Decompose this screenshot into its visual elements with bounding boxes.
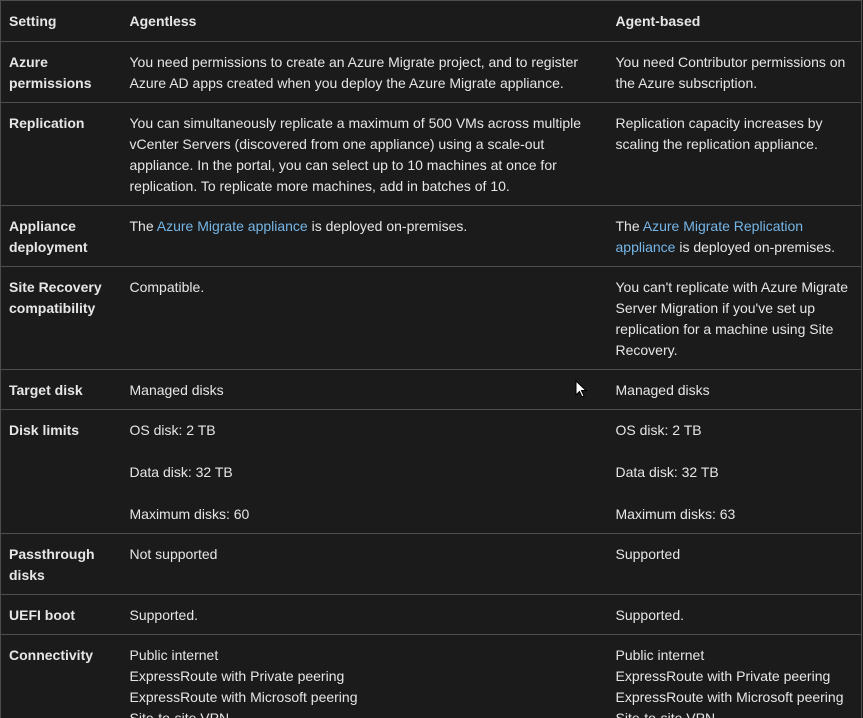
os-disk-limit: OS disk: 2 TB: [129, 422, 216, 438]
header-setting: Setting: [0, 0, 122, 42]
row-agent-based-passthrough-disks: Supported: [607, 533, 862, 595]
connectivity-option: Site-to-site VPN: [129, 710, 230, 718]
comparison-table: Setting Agentless Agent-based Azure perm…: [0, 0, 862, 718]
row-setting-azure-permissions: Azure permissions: [0, 41, 122, 103]
row-agent-based-connectivity: Public internet ExpressRoute with Privat…: [607, 634, 862, 718]
text-prefix: The: [615, 218, 643, 234]
table-row: UEFI boot Supported. Supported.: [0, 594, 862, 635]
table-row: Replication You can simultaneously repli…: [0, 102, 862, 206]
azure-migrate-appliance-link[interactable]: Azure Migrate appliance: [157, 218, 308, 234]
row-setting-replication: Replication: [0, 102, 122, 206]
table-row: Connectivity Public internet ExpressRout…: [0, 634, 862, 718]
row-setting-target-disk: Target disk: [0, 369, 122, 410]
data-disk-limit: Data disk: 32 TB: [129, 464, 233, 480]
text-prefix: The: [129, 218, 157, 234]
row-agent-based-disk-limits: OS disk: 2 TB Data disk: 32 TB Maximum d…: [607, 409, 862, 534]
row-agent-based-uefi-boot: Supported.: [607, 594, 862, 635]
row-agentless-connectivity: Public internet ExpressRoute with Privat…: [121, 634, 608, 718]
connectivity-option: ExpressRoute with Microsoft peering: [615, 689, 844, 705]
connectivity-option: ExpressRoute with Private peering: [615, 668, 831, 684]
row-agent-based-target-disk: Managed disks: [607, 369, 862, 410]
row-agent-based-replication: Replication capacity increases by scalin…: [607, 102, 862, 206]
data-disk-limit: Data disk: 32 TB: [615, 464, 719, 480]
table-row: Azure permissions You need permissions t…: [0, 41, 862, 103]
maximum-disks-limit: Maximum disks: 60: [129, 506, 250, 522]
os-disk-limit: OS disk: 2 TB: [615, 422, 702, 438]
row-agent-based-azure-permissions: You need Contributor permissions on the …: [607, 41, 862, 103]
connectivity-option: Public internet: [615, 647, 705, 663]
text-suffix: is deployed on-premises.: [675, 239, 835, 255]
header-agent-based: Agent-based: [607, 0, 862, 42]
row-setting-passthrough-disks: Passthrough disks: [0, 533, 122, 595]
table-row: Target disk Managed disks Managed disks: [0, 369, 862, 410]
row-agentless-passthrough-disks: Not supported: [121, 533, 608, 595]
connectivity-option: Site-to-site VPN: [615, 710, 716, 718]
connectivity-option: ExpressRoute with Microsoft peering: [129, 689, 358, 705]
row-agentless-uefi-boot: Supported.: [121, 594, 608, 635]
maximum-disks-limit: Maximum disks: 63: [615, 506, 736, 522]
header-row: Setting Agentless Agent-based: [0, 0, 862, 42]
connectivity-option: Public internet: [129, 647, 219, 663]
row-setting-uefi-boot: UEFI boot: [0, 594, 122, 635]
table-row: Disk limits OS disk: 2 TB Data disk: 32 …: [0, 409, 862, 534]
row-agentless-target-disk: Managed disks: [121, 369, 608, 410]
mouse-pointer-icon: [575, 380, 587, 398]
connectivity-option: ExpressRoute with Private peering: [129, 668, 345, 684]
row-setting-disk-limits: Disk limits: [0, 409, 122, 534]
table-row: Passthrough disks Not supported Supporte…: [0, 533, 862, 595]
row-agent-based-appliance-deployment: The Azure Migrate Replication appliance …: [607, 205, 862, 267]
row-agentless-appliance-deployment: The Azure Migrate appliance is deployed …: [121, 205, 608, 267]
row-setting-site-recovery: Site Recovery compatibility: [0, 266, 122, 370]
row-agentless-replication: You can simultaneously replicate a maxim…: [121, 102, 608, 206]
row-setting-appliance-deployment: Appliance deployment: [0, 205, 122, 267]
row-setting-connectivity: Connectivity: [0, 634, 122, 718]
text-suffix: is deployed on-premises.: [307, 218, 468, 234]
row-agentless-site-recovery: Compatible.: [121, 266, 608, 370]
table-row: Site Recovery compatibility Compatible. …: [0, 266, 862, 370]
table-row: Appliance deployment The Azure Migrate a…: [0, 205, 862, 267]
row-agentless-disk-limits: OS disk: 2 TB Data disk: 32 TB Maximum d…: [121, 409, 608, 534]
row-agentless-azure-permissions: You need permissions to create an Azure …: [121, 41, 608, 103]
row-agent-based-site-recovery: You can't replicate with Azure Migrate S…: [607, 266, 862, 370]
header-agentless: Agentless: [121, 0, 608, 42]
